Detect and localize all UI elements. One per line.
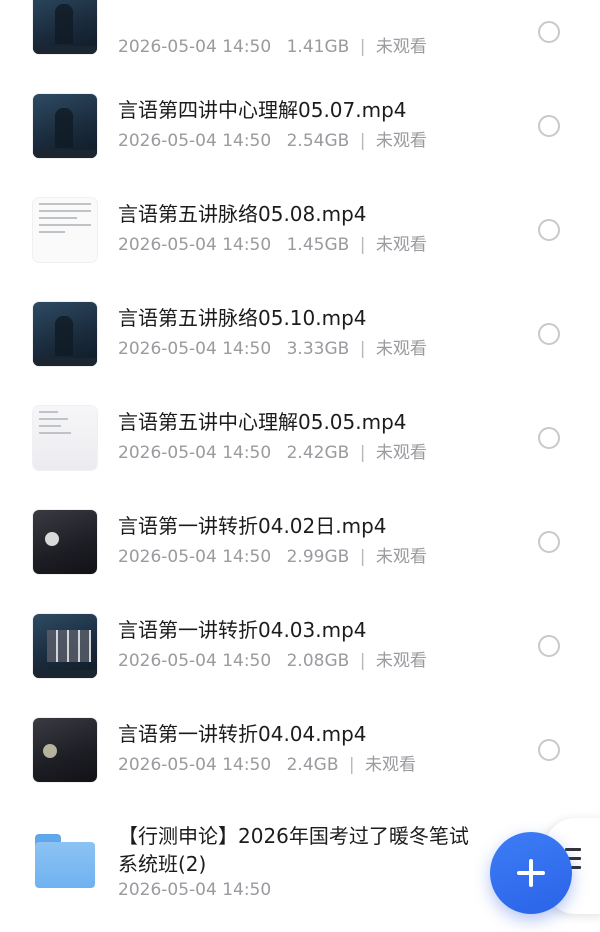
- file-status: 未观看: [375, 235, 427, 255]
- file-meta: 2026-05-04 14:50 2.4GB | 未观看: [118, 750, 416, 775]
- video-thumbnail: [33, 718, 97, 782]
- file-size: 2.42GB: [286, 443, 350, 463]
- file-title: 言语第五讲脉络05.08.mp4: [118, 202, 367, 226]
- meta-separator: |: [348, 755, 355, 775]
- file-title: 言语第一讲转折04.02日.mp4: [118, 514, 387, 538]
- file-meta: 2026-05-04 14:50 3.33GB | 未观看: [118, 334, 427, 359]
- file-size: 2.99GB: [286, 547, 350, 567]
- meta-separator: |: [359, 37, 366, 57]
- file-meta: 2026-05-04 14:50 2.08GB | 未观看: [118, 646, 427, 671]
- file-size: 1.41GB: [286, 37, 350, 57]
- select-radio[interactable]: [538, 219, 560, 241]
- file-meta: 2026-05-04 14:50 2.99GB | 未观看: [118, 542, 427, 567]
- file-meta: 2026-05-04 14:50 1.41GB | 未观看: [118, 32, 427, 57]
- file-status: 未观看: [375, 651, 427, 671]
- file-size: 2.4GB: [286, 755, 339, 775]
- folder-icon: [35, 834, 95, 888]
- select-radio[interactable]: [538, 635, 560, 657]
- file-row[interactable]: 言语第五讲脉络05.08.mp4 2026-05-04 14:50 1.45GB…: [0, 180, 600, 284]
- file-meta: 2026-05-04 14:50 1.45GB | 未观看: [118, 230, 427, 255]
- select-radio[interactable]: [538, 739, 560, 761]
- file-status: 未观看: [365, 755, 417, 775]
- file-row[interactable]: 言语第一讲转折04.02日.mp4 2026-05-04 14:50 2.99G…: [0, 492, 600, 596]
- file-size: 3.33GB: [286, 339, 350, 359]
- file-row[interactable]: 言语第四讲中心理解05.07.mp4 2026-05-04 14:50 2.54…: [0, 76, 600, 180]
- file-row[interactable]: 言语第五讲脉络05.10.mp4 2026-05-04 14:50 3.33GB…: [0, 284, 600, 388]
- meta-separator: |: [359, 131, 366, 151]
- file-status: 未观看: [375, 339, 427, 359]
- folder-title: 【行测申论】2026年国考过了暖冬笔试系统班(2): [118, 824, 469, 876]
- meta-separator: |: [359, 547, 366, 567]
- file-title: 言语第一讲转折04.04.mp4: [118, 722, 367, 746]
- file-date: 2026-05-04 14:50: [118, 131, 272, 151]
- select-radio[interactable]: [538, 427, 560, 449]
- plus-icon: [517, 859, 545, 887]
- select-radio[interactable]: [538, 21, 560, 43]
- video-thumbnail: [33, 614, 97, 678]
- video-thumbnail: [33, 510, 97, 574]
- file-date: 2026-05-04 14:50: [118, 37, 272, 57]
- file-title: 言语第五讲中心理解05.05.mp4: [118, 410, 407, 434]
- file-date: 2026-05-04 14:50: [118, 755, 272, 775]
- add-button[interactable]: [490, 832, 572, 914]
- file-title: 言语第一讲转折04.03.mp4: [118, 618, 367, 642]
- file-date: 2026-05-04 14:50: [118, 339, 272, 359]
- file-row[interactable]: 言语第一讲转折04.04.mp4 2026-05-04 14:50 2.4GB …: [0, 700, 600, 804]
- meta-separator: |: [359, 651, 366, 671]
- video-thumbnail: [33, 198, 97, 262]
- video-thumbnail: [33, 406, 97, 470]
- file-meta: 2026-05-04 14:50 2.54GB | 未观看: [118, 126, 427, 151]
- select-radio[interactable]: [538, 531, 560, 553]
- file-date: 2026-05-04 14:50: [118, 651, 272, 671]
- file-date: 2026-05-04 14:50: [118, 443, 272, 463]
- file-title: 言语第五讲脉络05.10.mp4: [118, 306, 367, 330]
- video-thumbnail: [33, 0, 97, 54]
- file-title: 言语第四讲中心理解05.07.mp4: [118, 98, 407, 122]
- file-status: 未观看: [375, 131, 427, 151]
- select-radio[interactable]: [538, 323, 560, 345]
- meta-separator: |: [359, 443, 366, 463]
- file-status: 未观看: [375, 37, 427, 57]
- file-date: 2026-05-04 14:50: [118, 547, 272, 567]
- file-meta: 2026-05-04 14:50 2.42GB | 未观看: [118, 438, 427, 463]
- meta-separator: |: [359, 339, 366, 359]
- file-row[interactable]: 言语第五讲中心理解05.05.mp4 2026-05-04 14:50 2.42…: [0, 388, 600, 492]
- meta-separator: |: [359, 235, 366, 255]
- video-thumbnail: [33, 302, 97, 366]
- file-date: 2026-05-04 14:50: [118, 235, 272, 255]
- select-radio[interactable]: [538, 115, 560, 137]
- folder-date: 2026-05-04 14:50: [118, 880, 272, 900]
- file-row[interactable]: 言语第一讲转折04.03.mp4 2026-05-04 14:50 2.08GB…: [0, 596, 600, 700]
- file-status: 未观看: [375, 547, 427, 567]
- video-thumbnail: [33, 94, 97, 158]
- file-size: 2.54GB: [286, 131, 350, 151]
- file-size: 2.08GB: [286, 651, 350, 671]
- file-size: 1.45GB: [286, 235, 350, 255]
- file-row[interactable]: 2026-05-04 14:50 1.41GB | 未观看: [0, 0, 600, 86]
- file-status: 未观看: [375, 443, 427, 463]
